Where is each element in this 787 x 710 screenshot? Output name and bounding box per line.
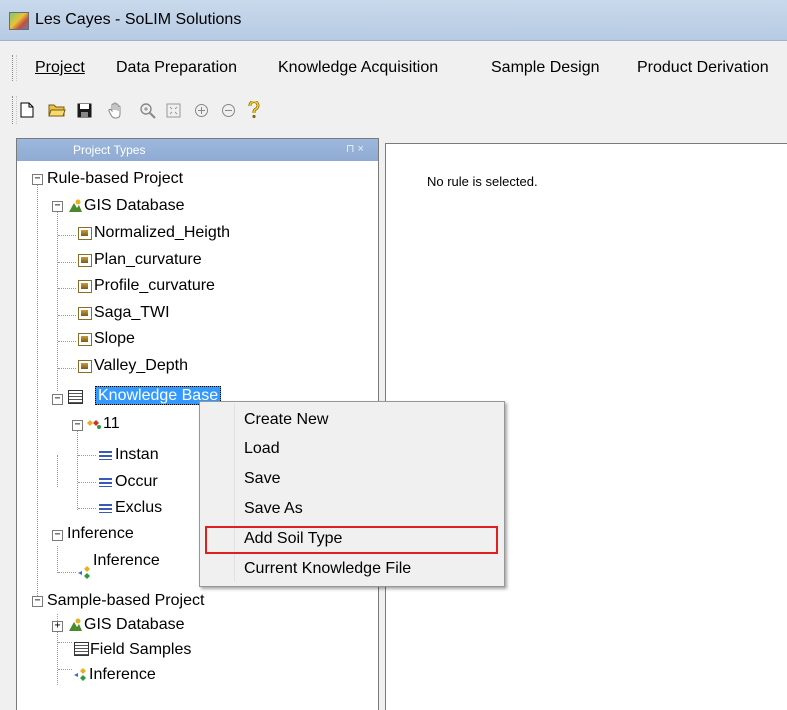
menu-bar: Project Data Preparation Knowledge Acqui… [0,49,787,87]
menu-save[interactable]: Save [244,466,280,492]
tree-line [58,315,76,316]
tree-line [58,669,72,670]
tree-item-layer[interactable]: Slope [94,327,135,351]
tree-line [77,431,78,510]
save-icon[interactable] [74,100,94,120]
tree-line [58,642,72,643]
menu-knowledge-acquisition[interactable]: Knowledge Acquisition [278,59,438,77]
tree-item-rule-based-project[interactable]: Rule-based Project [47,167,183,191]
menu-data-preparation[interactable]: Data Preparation [116,59,237,77]
tree-item-layer[interactable]: Plan_curvature [94,248,202,272]
layer-icon [78,280,92,293]
menu-sample-design[interactable]: Sample Design [491,59,600,77]
tree-line [78,455,96,456]
layer-icon [78,254,92,267]
collapse-soil-type-icon[interactable]: − [72,420,83,431]
menu-product-derivation[interactable]: Product Derivation [637,59,769,77]
tree-line [58,572,76,573]
tree-item-sample-gis-database[interactable]: GIS Database [84,613,185,637]
pan-icon[interactable] [106,100,126,120]
menu-add-soil-type[interactable]: Add Soil Type [244,526,342,552]
menu-create-new[interactable]: Create New [244,407,328,433]
menu-project[interactable]: Project [35,59,85,77]
zoom-in-icon[interactable] [191,100,211,120]
menu-load[interactable]: Load [244,436,280,462]
tree-item-layer[interactable]: Saga_TWI [94,301,170,325]
collapse-sample-project-icon[interactable]: − [32,596,43,607]
expand-sample-gis-icon[interactable]: + [52,621,63,632]
inference-icon [77,564,93,580]
tree-item-soil-type[interactable]: 11 [103,412,120,436]
panel-pin-icon[interactable]: ⊓ × [346,142,364,155]
tree-item-rule[interactable]: Exclus [115,496,162,520]
collapse-rule-project-icon[interactable]: − [32,174,43,185]
gis-database-icon [67,198,83,214]
collapse-inference-icon[interactable]: − [52,530,63,541]
tree-item-sample-inference[interactable]: Inference [89,663,156,687]
tree-item-sample-based-project[interactable]: Sample-based Project [47,589,204,613]
tree-item-layer[interactable]: Profile_curvature [94,274,215,298]
inference-icon [73,666,89,682]
menu-current-knowledge-file[interactable]: Current Knowledge File [244,556,411,582]
title-bar: Les Cayes - SoLIM Solutions [0,0,787,41]
window-title: Les Cayes - SoLIM Solutions [35,11,242,28]
zoom-extent-icon[interactable] [163,100,183,120]
knowledge-base-icon [68,390,83,404]
tree-item-inference-result[interactable]: Inference [93,549,160,573]
tree-item-layer[interactable]: Valley_Depth [94,354,188,378]
tree-item-layer[interactable]: Normalized_Heigth [94,221,230,245]
help-icon[interactable] [244,100,264,120]
rule-icon [99,478,112,487]
zoom-out-icon[interactable] [218,100,238,120]
soil-type-icon [86,415,102,431]
tree-line [57,546,58,573]
layer-icon [78,307,92,320]
collapse-knowledge-base-icon[interactable]: − [52,394,63,405]
tree-line [58,341,76,342]
tree-line [78,482,96,483]
tree-item-rule[interactable]: Occur [115,470,158,494]
toolbar [0,92,787,128]
panel-header: Project Types ⊓ × [17,139,378,161]
menu-save-as[interactable]: Save As [244,496,303,522]
gis-database-icon [67,617,83,633]
context-menu: Create New Load Save Save As Add Soil Ty… [199,401,505,587]
context-menu-gutter [234,404,235,582]
rule-icon [99,504,112,513]
panel-title: Project Types [73,143,146,157]
tree-line [57,455,58,487]
tree-item-rule[interactable]: Instan [115,443,159,467]
tree-item-gis-database[interactable]: GIS Database [84,194,185,218]
tree-line [78,508,96,509]
layer-icon [78,227,92,240]
tree-line [58,262,76,263]
tree-item-field-samples[interactable]: Field Samples [90,638,191,662]
layer-icon [78,360,92,373]
zoom-window-icon[interactable] [137,100,157,120]
tree-line [58,288,76,289]
layer-icon [78,333,92,346]
tree-item-inference[interactable]: Inference [67,522,134,546]
tree-line [37,183,38,596]
tree-line [58,235,76,236]
collapse-gis-database-icon[interactable]: − [52,201,63,212]
open-icon[interactable] [47,100,67,120]
tree-line [58,368,76,369]
field-samples-icon [74,642,89,656]
menubar-grip [12,55,17,81]
rule-icon [99,451,112,460]
app-icon [9,12,29,30]
no-rule-message: No rule is selected. [427,174,538,189]
new-icon[interactable] [17,100,37,120]
